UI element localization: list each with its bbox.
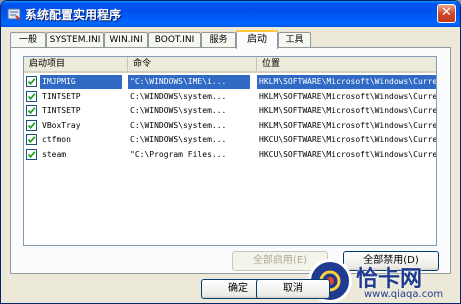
tab-win-ini[interactable]: WIN.INI xyxy=(104,32,148,48)
close-icon: ✕ xyxy=(441,5,452,20)
startup-item-location: HKLM\SOFTWARE\Microsoft\Windows\Current.… xyxy=(259,106,436,115)
startup-row[interactable]: VBoxTray C:\WINDOWS\system... HKLM\SOFTWAR… xyxy=(24,119,436,133)
startup-checkbox[interactable] xyxy=(26,134,37,145)
tab-boot-ini[interactable]: BOOT.INI xyxy=(148,32,201,48)
startup-row[interactable]: TINTSETP C:\WINDOWS\system... HKLM\SOFTWAR… xyxy=(24,90,436,104)
startup-checkbox[interactable] xyxy=(26,76,37,87)
list-header: 启动项目 命令 位置 xyxy=(24,57,436,73)
column-header-startup-item[interactable]: 启动项目 xyxy=(24,57,128,73)
startup-row[interactable]: TINTSETP C:\WINDOWS\system... HKLM\SOFTWAR… xyxy=(24,104,436,118)
checkmark-icon xyxy=(27,78,36,86)
startup-item-location: HKLM\SOFTWARE\Microsoft\Windows\Current.… xyxy=(259,120,436,130)
startup-item-location: HKCU\SOFTWARE\Microsoft\Windows\Current.… xyxy=(259,149,436,159)
tab-startup[interactable]: 启动 xyxy=(236,30,278,49)
startup-item-command: "C:\WINDOWS\IME\i... xyxy=(128,75,250,89)
checkmark-icon xyxy=(27,121,36,129)
column-header-command[interactable]: 命令 xyxy=(128,57,257,73)
checkmark-icon xyxy=(27,136,36,144)
startup-item-location: HKLM\SOFTWARE\Microsoft\Windows\Current.… xyxy=(257,75,436,89)
checkmark-icon xyxy=(27,150,36,158)
startup-item-location: HKCU\SOFTWARE\Microsoft\Windows\Current.… xyxy=(259,135,436,144)
startup-item-name: IMJPMIG xyxy=(40,75,122,89)
startup-row[interactable]: steam "C:\Program Files... HKCU\SOFTWARE\M… xyxy=(24,148,436,162)
startup-panel: 启动项目 命令 位置 IMJPMIG "C:\WINDOWS\IME\i... HK… xyxy=(10,47,451,274)
startup-item-name: TINTSETP xyxy=(42,91,81,101)
checkmark-icon xyxy=(27,107,36,115)
startup-item-command: "C:\Program Files... xyxy=(130,149,227,159)
cancel-button[interactable]: 取消 xyxy=(256,279,330,299)
app-icon xyxy=(7,8,21,21)
startup-checkbox[interactable] xyxy=(26,105,37,116)
watermark-url: www.qiaqa.com xyxy=(364,289,444,300)
tab-services[interactable]: 服务 xyxy=(201,32,236,48)
tab-general[interactable]: 一般 xyxy=(10,32,46,48)
startup-row[interactable]: ctfmon C:\WINDOWS\system... HKCU\SOFTWARE\… xyxy=(24,133,436,147)
startup-item-command: C:\WINDOWS\system... xyxy=(130,135,227,144)
startup-checkbox[interactable] xyxy=(26,148,37,160)
title-bar[interactable]: 系统配置实用程序 ✕ xyxy=(1,1,460,27)
startup-row[interactable]: IMJPMIG "C:\WINDOWS\IME\i... HKLM\SOFTWARE… xyxy=(24,75,436,89)
startup-item-location: HKLM\SOFTWARE\Microsoft\Windows\Current.… xyxy=(259,91,436,101)
close-button[interactable]: ✕ xyxy=(437,4,456,23)
startup-item-command: C:\WINDOWS\system... xyxy=(130,106,227,115)
msconfig-window: 系统配置实用程序 ✕ 一般 SYSTEM.INI WIN.INI BOOT.IN… xyxy=(0,0,461,304)
startup-checkbox[interactable] xyxy=(26,119,37,131)
startup-list[interactable]: 启动项目 命令 位置 IMJPMIG "C:\WINDOWS\IME\i... HK… xyxy=(23,56,437,246)
startup-checkbox[interactable] xyxy=(26,90,37,102)
startup-item-command: C:\WINDOWS\system... xyxy=(130,91,227,101)
startup-item-name: steam xyxy=(42,149,67,159)
tab-system-ini[interactable]: SYSTEM.INI xyxy=(46,32,104,48)
startup-item-name: ctfmon xyxy=(42,135,71,144)
checkmark-icon xyxy=(27,92,36,100)
column-header-location[interactable]: 位置 xyxy=(257,57,436,73)
startup-item-name: TINTSETP xyxy=(42,106,81,115)
startup-item-command: C:\WINDOWS\system... xyxy=(130,120,227,130)
window-title: 系统配置实用程序 xyxy=(25,8,122,22)
startup-item-name: VBoxTray xyxy=(42,120,81,130)
tab-tools[interactable]: 工具 xyxy=(278,32,311,48)
